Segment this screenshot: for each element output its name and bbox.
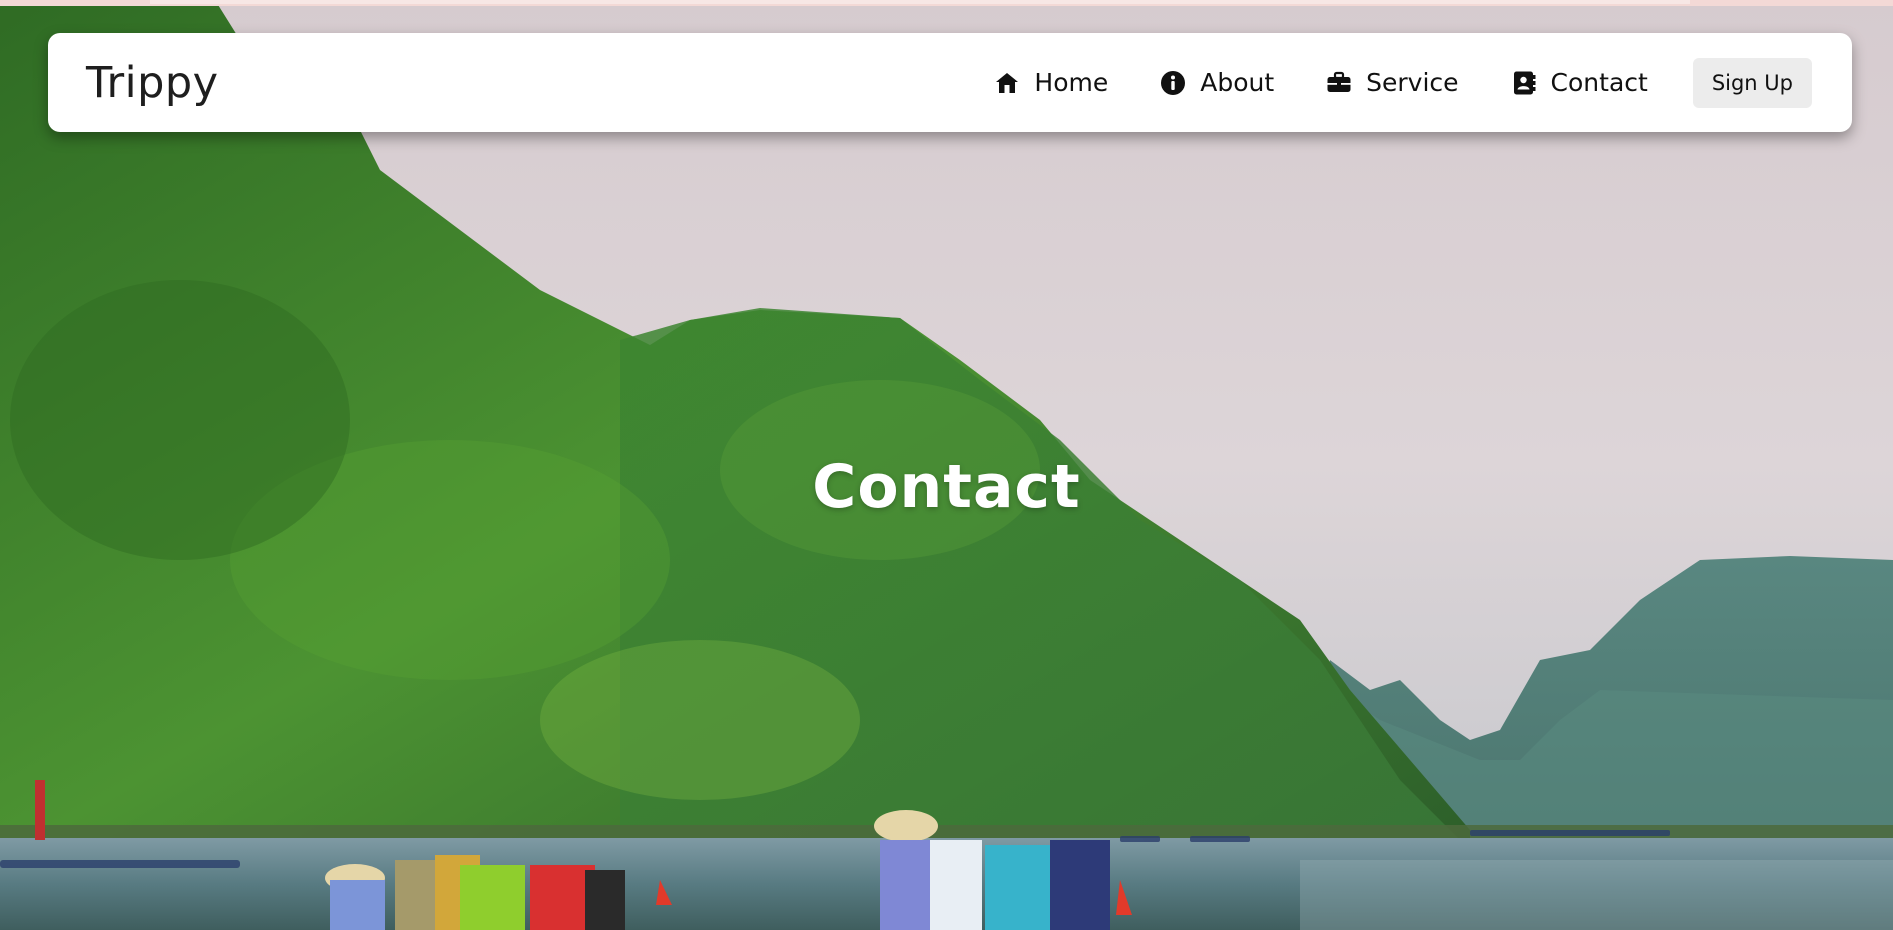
info-icon <box>1160 70 1186 96</box>
sign-up-button[interactable]: Sign Up <box>1692 57 1812 108</box>
nav-item-home[interactable]: Home <box>994 68 1108 97</box>
nav-item-service[interactable]: Service <box>1326 68 1459 97</box>
nav-item-contact[interactable]: Contact <box>1511 68 1648 97</box>
contact-book-icon <box>1511 70 1537 96</box>
brand-logo[interactable]: Trippy <box>86 58 219 108</box>
nav-item-about[interactable]: About <box>1160 68 1274 97</box>
nav-item-about-label: About <box>1200 68 1275 97</box>
nav-item-contact-label: Contact <box>1550 68 1648 97</box>
nav-item-home-label: Home <box>1034 68 1109 97</box>
briefcase-icon <box>1326 70 1352 96</box>
home-icon <box>994 70 1020 96</box>
hero-title: Contact <box>812 452 1081 522</box>
top-highlight-bar <box>0 0 1893 6</box>
top-highlight-inner <box>150 0 1690 4</box>
nav-item-service-label: Service <box>1366 68 1459 97</box>
nav-links: Home About Service Contact Sign Up <box>994 57 1812 108</box>
navbar: Trippy Home About Service Contact Sign U… <box>48 33 1852 132</box>
